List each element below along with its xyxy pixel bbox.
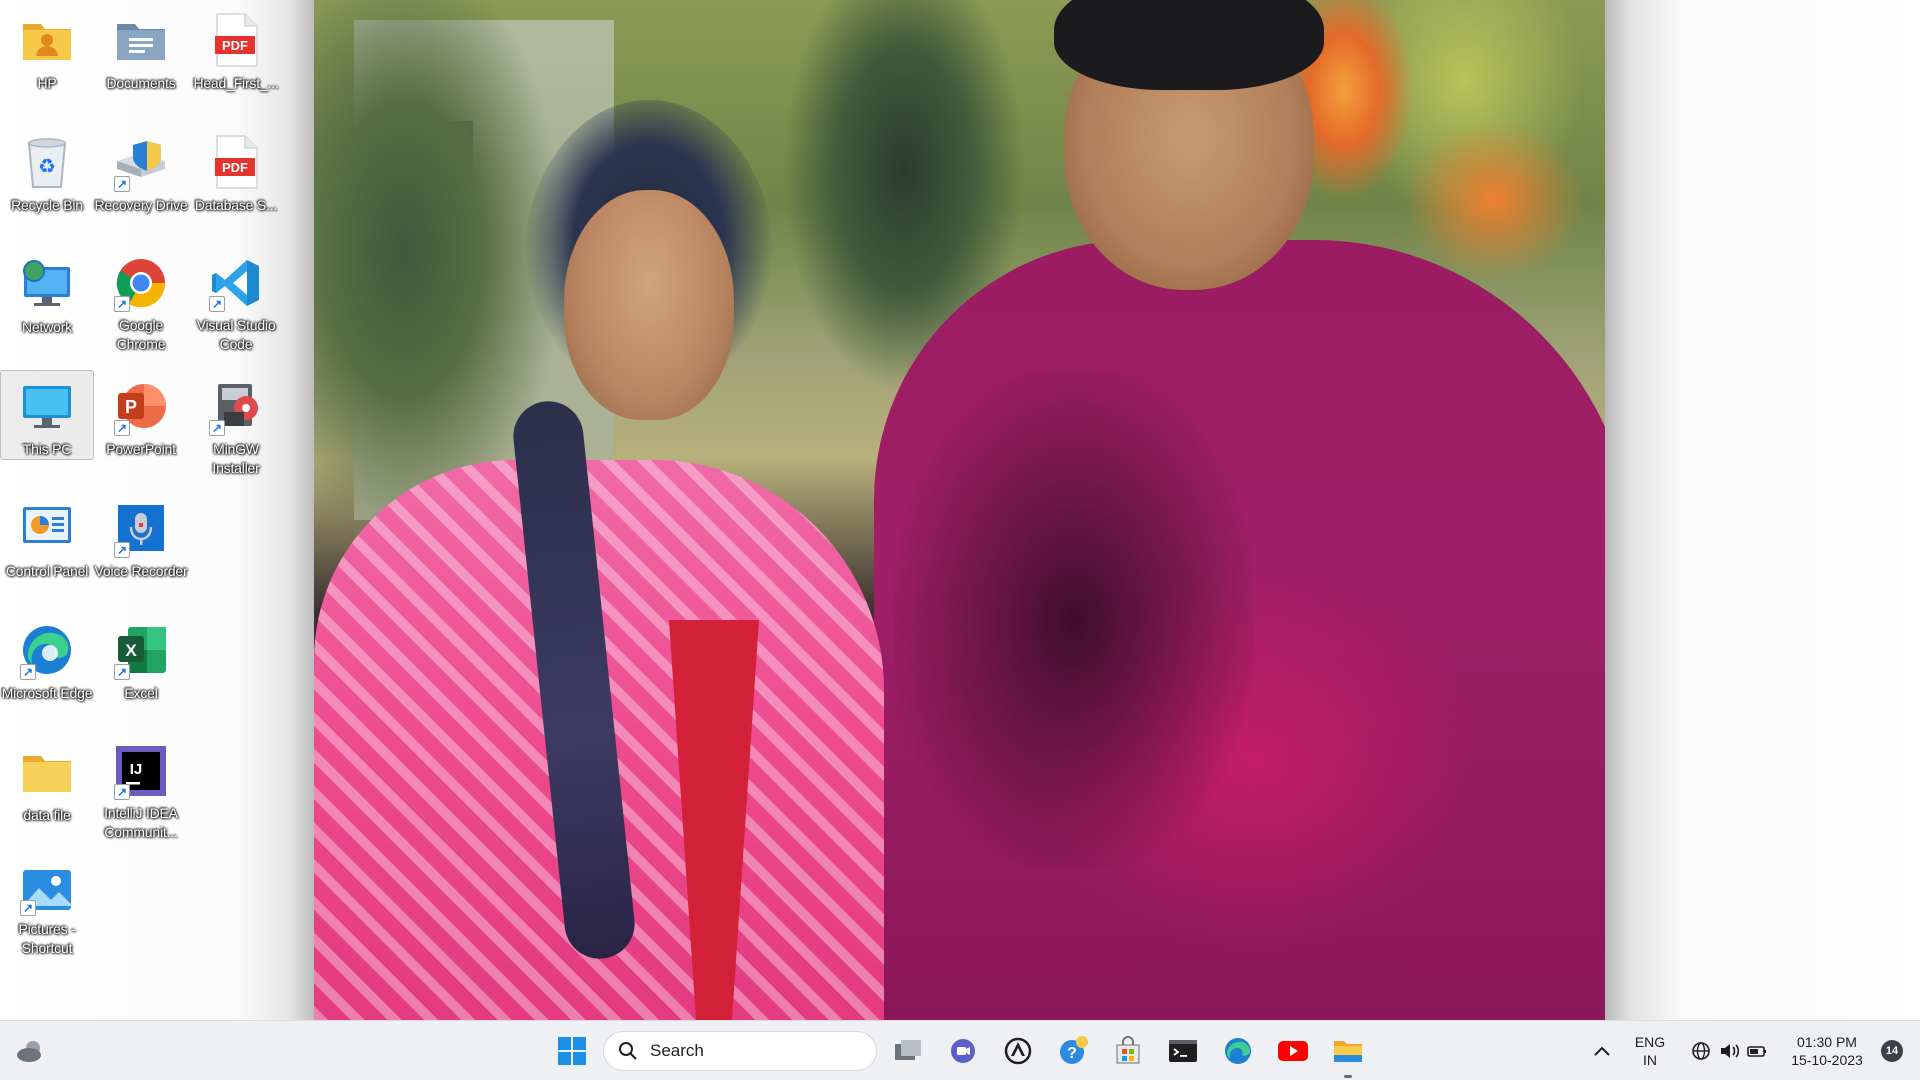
youtube-icon xyxy=(1278,1041,1308,1061)
terminal-button[interactable] xyxy=(1161,1021,1205,1080)
desktop-icon-database-pdf[interactable]: PDF Database S... xyxy=(189,126,283,216)
language-primary: ENG xyxy=(1634,1034,1666,1050)
edge-icon: ↗ xyxy=(19,622,75,680)
chevron-up-icon xyxy=(1594,1046,1610,1056)
start-button-icon xyxy=(558,1037,586,1065)
desktop-icon-network[interactable]: Network xyxy=(0,248,94,338)
start-button[interactable] xyxy=(552,1021,592,1080)
desktop-icon-recovery-drive[interactable]: ↗ Recovery Drive xyxy=(94,126,188,216)
desktop-icon-grid: HP ♻ Recycle Bin Network This PC Control… xyxy=(0,0,300,1020)
desktop-icon-google-chrome[interactable]: ↗ Google Chrome xyxy=(94,248,188,352)
network-globe-icon xyxy=(1692,1042,1710,1060)
clock-time: 01:30 PM xyxy=(1797,1034,1857,1050)
desktop-icon-voice-recorder[interactable]: ↗ Voice Recorder xyxy=(94,492,188,582)
search-icon xyxy=(619,1042,637,1060)
notification-count-badge: 14 xyxy=(1881,1040,1903,1062)
taskbar: Search ? ENG IN 01:30 PM 15-10-2023 14 xyxy=(0,1020,1920,1080)
weather-widget[interactable] xyxy=(10,1021,50,1080)
weather-widget-icon xyxy=(17,1041,41,1062)
teams-chat-button[interactable] xyxy=(941,1021,985,1080)
recovery-drive-icon: ↗ xyxy=(113,134,169,192)
desktop-icon-hp[interactable]: HP xyxy=(0,4,94,94)
terminal-icon xyxy=(1169,1040,1197,1062)
desktop-icon-powerpoint[interactable]: P ↗ PowerPoint xyxy=(94,370,188,460)
volume-icon xyxy=(1721,1044,1740,1058)
wallpaper-photo xyxy=(314,0,1605,1020)
microsoft-store-button[interactable] xyxy=(1106,1021,1150,1080)
get-help-icon: ? xyxy=(1060,1036,1088,1064)
edge-icon xyxy=(1225,1038,1251,1064)
wallpaper-right-margin xyxy=(1605,0,1920,1020)
svg-text:?: ? xyxy=(1067,1045,1077,1062)
get-help-button[interactable]: ? xyxy=(1051,1021,1095,1080)
documents-icon xyxy=(113,12,169,68)
mingw-installer-icon: ↗ xyxy=(208,378,264,436)
svg-text:PDF: PDF xyxy=(222,160,248,175)
svg-text:PDF: PDF xyxy=(222,38,248,53)
desktop-icon-mingw-installer[interactable]: ↗ MinGW Installer xyxy=(189,370,283,476)
excel-icon: X ↗ xyxy=(113,622,169,680)
desktop-icon-this-pc[interactable]: This PC xyxy=(0,370,94,460)
language-indicator[interactable]: ENG IN xyxy=(1622,1021,1678,1080)
wallpaper-person-man xyxy=(854,0,1605,1020)
search-placeholder: Search xyxy=(650,1041,704,1060)
svg-text:IJ: IJ xyxy=(130,761,143,778)
clock[interactable]: 01:30 PM 15-10-2023 xyxy=(1780,1021,1874,1080)
desktop-icon-documents[interactable]: Documents xyxy=(94,4,188,94)
pdf-file-icon: PDF xyxy=(208,134,264,190)
youtube-button[interactable] xyxy=(1271,1021,1315,1080)
taskbar-search-box[interactable]: Search xyxy=(603,1031,877,1071)
task-view-button[interactable] xyxy=(886,1021,930,1080)
recycle-bin-icon: ♻ xyxy=(19,134,75,190)
folder-icon xyxy=(19,744,75,800)
desktop-icon-head-first-pdf[interactable]: PDF Head_First_... xyxy=(189,4,283,94)
show-hidden-icons-button[interactable] xyxy=(1586,1021,1618,1080)
control-panel-icon xyxy=(19,500,75,556)
task-view-icon xyxy=(895,1040,921,1060)
this-pc-icon xyxy=(19,379,75,434)
notification-center-button[interactable]: 14 xyxy=(1872,1021,1912,1080)
voice-recorder-icon: ↗ xyxy=(113,500,169,558)
system-status-icons[interactable] xyxy=(1684,1021,1774,1080)
desktop-icon-intellij[interactable]: IJ ↗ IntelliJ IDEA Communit... xyxy=(94,736,188,840)
language-secondary: IN xyxy=(1643,1052,1657,1068)
teams-chat-icon xyxy=(951,1039,975,1063)
vscode-icon: ↗ xyxy=(208,256,264,312)
desktop-icon-recycle-bin[interactable]: ♻ Recycle Bin xyxy=(0,126,94,216)
desktop-icon-excel[interactable]: X ↗ Excel xyxy=(94,614,188,704)
battery-icon xyxy=(1747,1046,1766,1057)
svg-text:♻: ♻ xyxy=(38,156,56,178)
powerpoint-icon: P ↗ xyxy=(113,378,169,436)
app-icon xyxy=(1004,1037,1032,1065)
chrome-icon: ↗ xyxy=(113,256,169,312)
edge-taskbar-button[interactable] xyxy=(1216,1021,1260,1080)
svg-text:X: X xyxy=(125,641,137,660)
file-explorer-button[interactable] xyxy=(1326,1021,1370,1080)
desktop-icon-data-file[interactable]: data file xyxy=(0,736,94,826)
pdf-file-icon: PDF xyxy=(208,12,264,68)
clock-date: 15-10-2023 xyxy=(1791,1052,1863,1068)
wallpaper-person-woman xyxy=(314,100,884,1020)
active-indicator xyxy=(1344,1075,1352,1078)
desktop-icon-control-panel[interactable]: Control Panel xyxy=(0,492,94,582)
desktop-icon-vscode[interactable]: ↗ Visual Studio Code xyxy=(189,248,283,352)
user-folder-icon xyxy=(19,12,75,68)
network-icon xyxy=(19,256,75,312)
pictures-shortcut-icon: ↗ xyxy=(19,866,75,916)
desktop-icon-microsoft-edge[interactable]: ↗ Microsoft Edge xyxy=(0,614,94,704)
desktop-icon-pictures-shortcut[interactable]: ↗ Pictures - Shortcut xyxy=(0,858,94,956)
file-explorer-icon xyxy=(1334,1041,1362,1062)
taskbar-app-button[interactable] xyxy=(996,1021,1040,1080)
intellij-icon: IJ ↗ xyxy=(113,744,169,800)
svg-text:P: P xyxy=(125,397,137,417)
microsoft-store-icon xyxy=(1116,1036,1140,1064)
